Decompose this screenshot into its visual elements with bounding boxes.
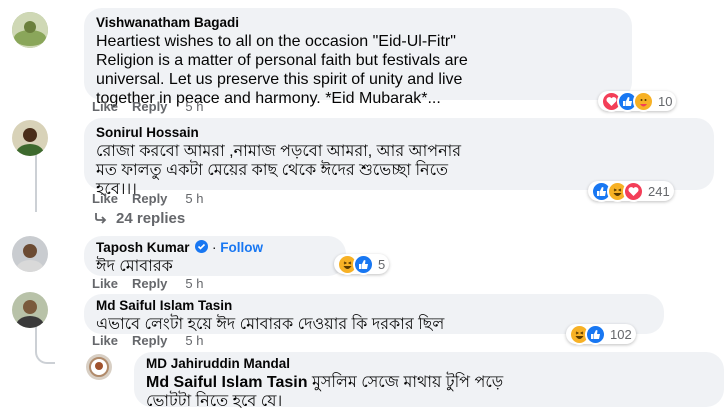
thread-connector: [35, 336, 55, 364]
timestamp[interactable]: 5 h: [185, 191, 203, 206]
comment-author[interactable]: Sonirul Hossain: [96, 124, 702, 142]
reaction-summary[interactable]: 5: [334, 253, 390, 275]
comment-text: ঈদ মোবারক: [96, 258, 173, 275]
timestamp[interactable]: 5 h: [185, 333, 203, 348]
reply-arrow-icon: [94, 210, 108, 227]
avatar-image: [86, 354, 112, 380]
reply-bubble: MD Jahiruddin Mandal Md Saiful Islam Tas…: [134, 352, 724, 410]
like-button[interactable]: Like: [92, 276, 118, 291]
comment-actions: Like Reply 5 h: [92, 99, 218, 114]
like-button[interactable]: Like: [92, 191, 118, 206]
reaction-count: 10: [658, 93, 673, 109]
like-button[interactable]: Like: [92, 99, 118, 114]
avatar[interactable]: [12, 292, 48, 328]
comment-text: Heartiest wishes to all on the occasion …: [96, 33, 468, 107]
reaction-count: 102: [610, 326, 632, 342]
reply-text-wrap: Md Saiful Islam Tasin মুসলিম সেজে মাথায়…: [146, 373, 712, 411]
view-replies-link[interactable]: 24 replies: [94, 210, 185, 227]
comment-author[interactable]: Vishwanatham Bagadi: [96, 14, 620, 32]
comment-bubble: Vishwanatham Bagadi Heartiest wishes to …: [84, 8, 632, 107]
like-icon: [353, 253, 374, 275]
comment-author[interactable]: Md Saiful Islam Tasin: [96, 297, 652, 315]
like-icon: [585, 323, 606, 345]
avatar-image: [12, 236, 48, 272]
verified-badge-icon: [195, 240, 209, 253]
comment-bubble: Taposh Kumar · Follow ঈদ মোবারক: [84, 236, 346, 276]
reaction-count: 241: [648, 183, 670, 199]
reaction-summary[interactable]: 10: [598, 90, 677, 112]
reply-button[interactable]: Reply: [132, 276, 167, 291]
timestamp[interactable]: 5 h: [185, 276, 203, 291]
follow-button[interactable]: Follow: [220, 240, 263, 255]
love-icon: [623, 180, 644, 202]
avatar-image: [12, 292, 48, 328]
comment-actions: Like Reply 5 h: [92, 191, 218, 206]
care-icon: [633, 90, 654, 112]
avatar[interactable]: [12, 120, 48, 156]
comment-author[interactable]: Taposh Kumar: [96, 240, 190, 255]
comment-bubble: Sonirul Hossain রোজা করবো আমরা ,নামাজ পড…: [84, 118, 714, 198]
reaction-summary[interactable]: 241: [588, 180, 674, 202]
avatar-image: [12, 12, 48, 48]
replies-count-label[interactable]: 24 replies: [116, 210, 185, 227]
comment-actions: Like Reply 5 h: [92, 276, 218, 291]
reaction-count: 5: [378, 256, 386, 272]
avatar[interactable]: [12, 236, 48, 272]
avatar[interactable]: [12, 12, 48, 48]
reaction-summary[interactable]: 102: [566, 323, 636, 345]
mention-link[interactable]: Md Saiful Islam Tasin: [146, 374, 308, 391]
reply-button[interactable]: Reply: [132, 191, 167, 206]
reply-button[interactable]: Reply: [132, 333, 167, 348]
timestamp[interactable]: 5 h: [185, 99, 203, 114]
reply-button[interactable]: Reply: [132, 99, 167, 114]
avatar[interactable]: [86, 354, 112, 380]
comment-actions: Like Reply 5 h: [92, 333, 218, 348]
like-button[interactable]: Like: [92, 333, 118, 348]
reply-author[interactable]: MD Jahiruddin Mandal: [146, 355, 712, 373]
avatar-image: [12, 120, 48, 156]
comment-author-row: Taposh Kumar · Follow: [96, 239, 334, 257]
